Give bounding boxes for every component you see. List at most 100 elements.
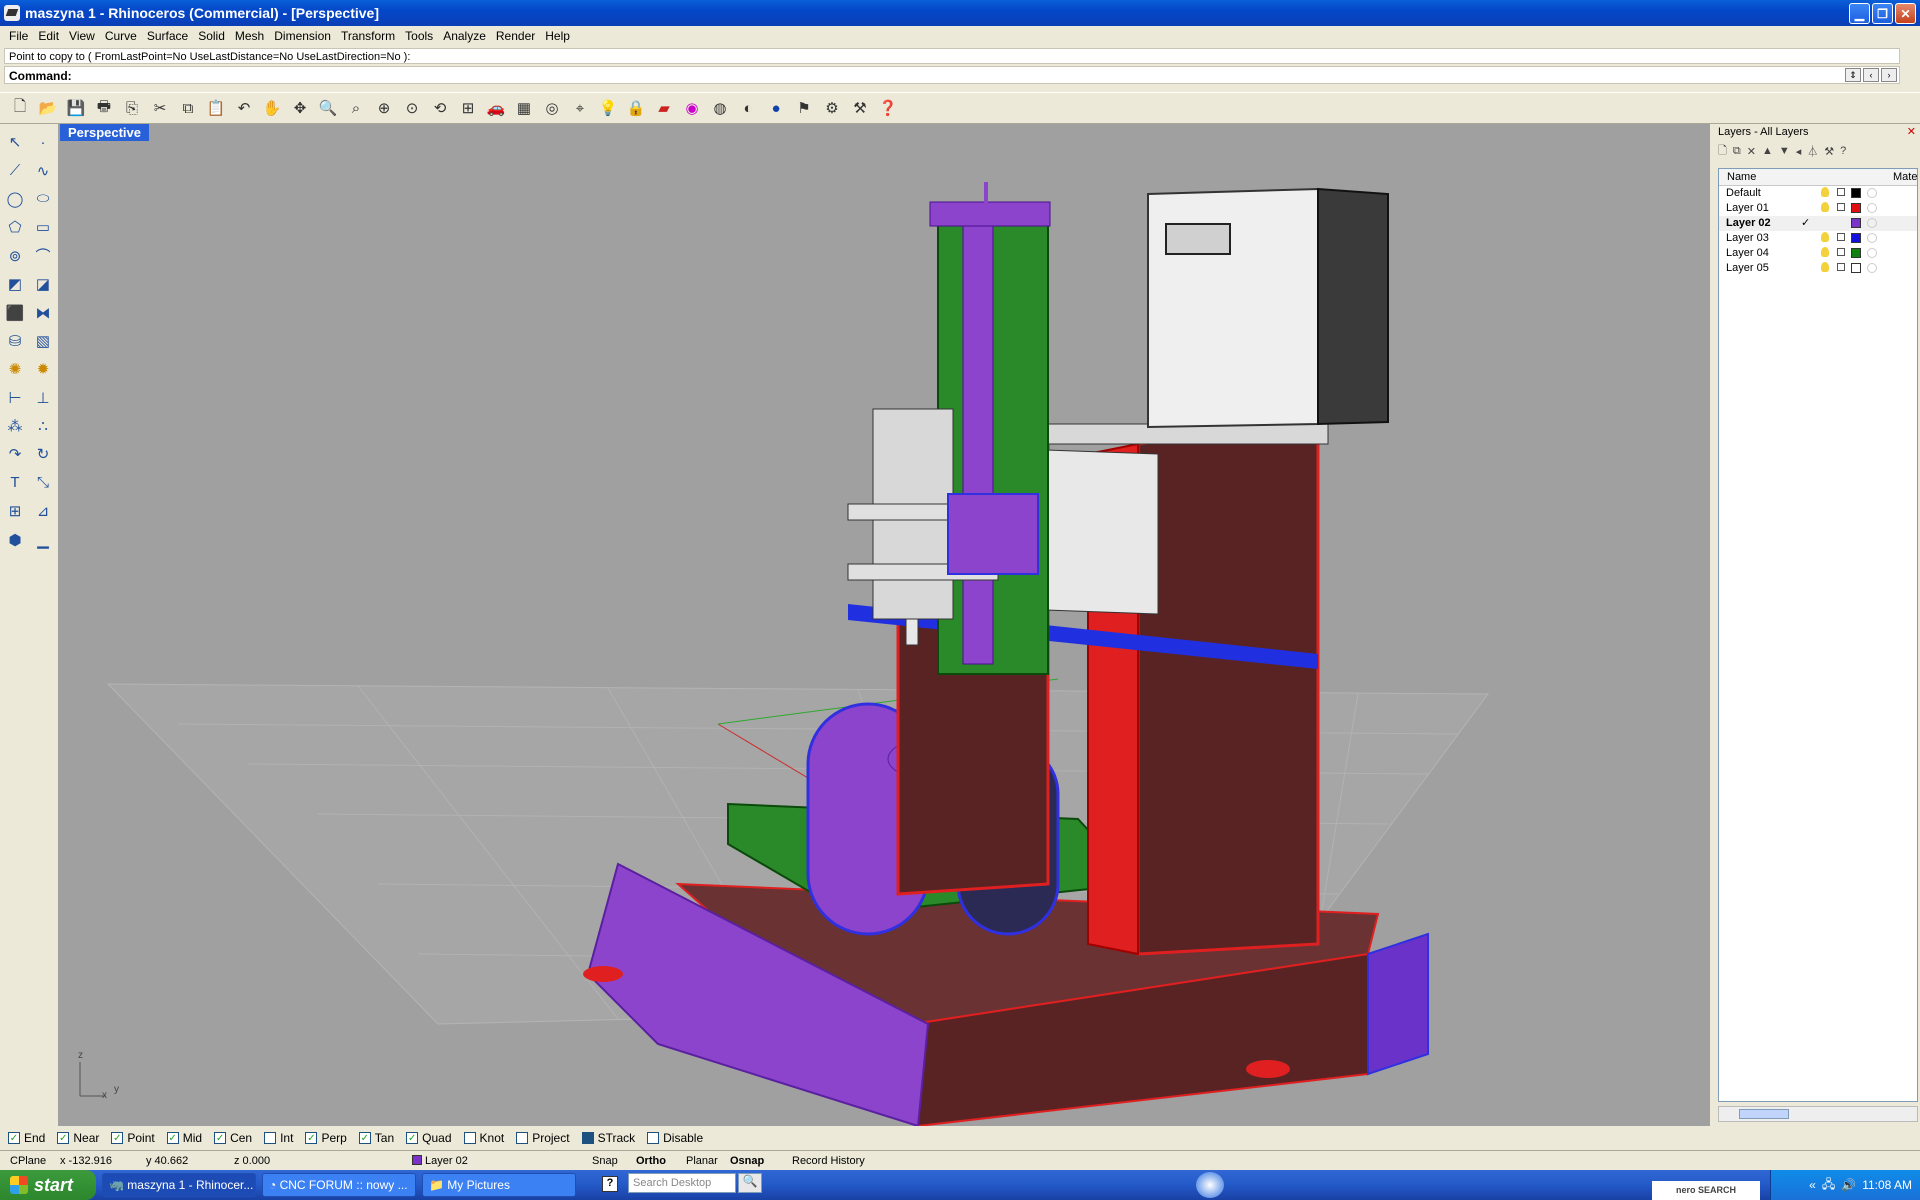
move-icon[interactable]: ↷ bbox=[1, 440, 29, 468]
osnap-perp[interactable]: ✓ Perp bbox=[305, 1131, 347, 1145]
new-layer-icon[interactable]: 🗋 bbox=[1718, 142, 1727, 161]
rotate-view-icon[interactable]: ✥ bbox=[288, 96, 312, 120]
gear-icon[interactable]: ⚙ bbox=[820, 96, 844, 120]
explode-icon[interactable]: ✹ bbox=[29, 355, 57, 383]
layer-on-bulb-icon[interactable] bbox=[1821, 187, 1829, 197]
polyline-icon[interactable]: ⟋ bbox=[1, 156, 29, 184]
layer-on-bulb-icon[interactable] bbox=[1821, 262, 1829, 272]
surface-icon[interactable]: ◩ bbox=[1, 270, 29, 298]
move-out-icon[interactable]: ◂ bbox=[1796, 145, 1802, 158]
tray-arrow-icon[interactable]: « bbox=[1809, 1178, 1816, 1192]
layer-color-swatch[interactable] bbox=[1851, 233, 1861, 243]
group-icon[interactable]: ⁂ bbox=[1, 412, 29, 440]
help-icon[interactable]: ❓ bbox=[876, 96, 900, 120]
cut-icon[interactable]: ✂ bbox=[148, 96, 172, 120]
layer-lock-icon[interactable] bbox=[1837, 203, 1845, 211]
menu-file[interactable]: File bbox=[4, 29, 33, 43]
layer-row-layer-03[interactable]: Layer 03 bbox=[1719, 231, 1917, 246]
menu-surface[interactable]: Surface bbox=[142, 29, 193, 43]
zoom-window-icon[interactable]: ⌕ bbox=[344, 96, 368, 120]
checkbox-checked[interactable]: ✓ bbox=[358, 1132, 371, 1144]
drafting-icon[interactable]: ▁ bbox=[29, 525, 57, 553]
scroll-thumb[interactable] bbox=[1739, 1109, 1789, 1119]
menu-edit[interactable]: Edit bbox=[33, 29, 64, 43]
menu-render[interactable]: Render bbox=[491, 29, 540, 43]
four-viewports-icon[interactable]: ⊞ bbox=[456, 96, 480, 120]
move-down-icon[interactable]: ▼ bbox=[1779, 145, 1790, 157]
menu-help[interactable]: Help bbox=[540, 29, 575, 43]
transform-icon[interactable]: ✺ bbox=[1, 355, 29, 383]
osnap-near[interactable]: ✓ Near bbox=[57, 1131, 99, 1145]
menu-curve[interactable]: Curve bbox=[100, 29, 142, 43]
array-icon[interactable]: ⊞ bbox=[1, 497, 29, 525]
layer-list-scrollbar[interactable] bbox=[1718, 1106, 1918, 1122]
layer-color-swatch[interactable] bbox=[1851, 188, 1861, 198]
text-icon[interactable]: T bbox=[1, 469, 29, 497]
osnap-toggle[interactable]: Osnap bbox=[730, 1155, 764, 1167]
new-icon[interactable]: 🗋 bbox=[8, 96, 32, 120]
light-icon[interactable]: 💡 bbox=[596, 96, 620, 120]
car-icon[interactable]: 🚗 bbox=[484, 96, 508, 120]
layer-on-bulb-icon[interactable] bbox=[1821, 202, 1829, 212]
layer-material-icon[interactable] bbox=[1867, 203, 1877, 213]
layer-on-bulb-icon[interactable] bbox=[1821, 232, 1829, 242]
menu-analyze[interactable]: Analyze bbox=[438, 29, 491, 43]
dimension-icon[interactable]: ⊿ bbox=[29, 497, 57, 525]
layer-row-layer-05[interactable]: Layer 05 bbox=[1719, 261, 1917, 276]
snap-toggle[interactable]: Snap bbox=[592, 1155, 618, 1167]
ellipse-icon[interactable]: ⬭ bbox=[29, 185, 57, 213]
fillet-curve-icon[interactable]: ⌒ bbox=[29, 242, 57, 270]
clock[interactable]: 11:08 AM bbox=[1862, 1178, 1912, 1192]
history-right-icon[interactable]: › bbox=[1881, 68, 1897, 82]
osnap-knot[interactable]: Knot bbox=[463, 1131, 504, 1145]
search-icon[interactable]: 🔍 bbox=[738, 1173, 762, 1193]
desktop-search-input[interactable]: Search Desktop bbox=[628, 1173, 736, 1193]
checkbox-checked[interactable]: ✓ bbox=[305, 1132, 318, 1144]
boolean-icon[interactable]: ⧓ bbox=[29, 298, 57, 326]
paint-icon[interactable]: ▰ bbox=[652, 96, 676, 120]
task-cnc-forum[interactable]: ◔ CNC FORUM :: nowy ... bbox=[262, 1173, 416, 1197]
checkbox-checked[interactable]: ✓ bbox=[111, 1132, 124, 1144]
rendered-icon[interactable]: ● bbox=[764, 96, 788, 120]
planar-toggle[interactable]: Planar bbox=[686, 1155, 718, 1167]
color-wheel-icon[interactable]: ◉ bbox=[680, 96, 704, 120]
current-layer-pane[interactable]: Layer 02 bbox=[412, 1155, 468, 1167]
polygon-icon[interactable]: ⬠ bbox=[1, 213, 29, 241]
import-icon[interactable]: ⎘ bbox=[120, 96, 144, 120]
ungroup-icon[interactable]: ∴ bbox=[29, 412, 57, 440]
osnap-int[interactable]: Int bbox=[264, 1131, 293, 1145]
menu-tools[interactable]: Tools bbox=[400, 29, 438, 43]
network-icon[interactable]: 🖧 bbox=[1822, 1175, 1835, 1196]
move-up-icon[interactable]: ▲ bbox=[1762, 145, 1773, 157]
perspective-viewport[interactable]: Perspective z x y bbox=[58, 124, 1710, 1126]
offset-icon[interactable]: ⊚ bbox=[1, 242, 29, 270]
grid-plane-icon[interactable]: ▦ bbox=[512, 96, 536, 120]
point-icon[interactable]: · bbox=[29, 128, 57, 156]
save-icon[interactable]: 💾 bbox=[64, 96, 88, 120]
checkbox-checked[interactable]: ✓ bbox=[214, 1132, 227, 1144]
layer-material-icon[interactable] bbox=[1867, 188, 1877, 198]
mesh-icon[interactable]: ▧ bbox=[29, 327, 57, 355]
box-icon[interactable]: ⬛ bbox=[1, 298, 29, 326]
network-globe-icon[interactable] bbox=[1196, 1172, 1224, 1198]
texture-icon[interactable]: ⚑ bbox=[792, 96, 816, 120]
restore-button[interactable]: ❐ bbox=[1872, 3, 1893, 24]
cplane-icon[interactable]: ◎ bbox=[540, 96, 564, 120]
volume-icon[interactable]: 🔊 bbox=[1841, 1178, 1856, 1192]
osnap-project[interactable]: Project bbox=[516, 1131, 570, 1145]
pan-icon[interactable]: ✋ bbox=[260, 96, 284, 120]
column-material[interactable]: Mate bbox=[1893, 171, 1917, 183]
checkbox-checked[interactable]: ✓ bbox=[57, 1132, 70, 1144]
delete-layer-icon[interactable]: ✕ bbox=[1747, 145, 1756, 158]
checkbox-checked[interactable]: ✓ bbox=[406, 1132, 419, 1144]
layer-material-icon[interactable] bbox=[1867, 263, 1877, 273]
rotate-icon[interactable]: ↻ bbox=[29, 440, 57, 468]
layer-row-layer-01[interactable]: Layer 01 bbox=[1719, 201, 1917, 216]
task-my-pictures[interactable]: 📁 My Pictures bbox=[422, 1173, 576, 1197]
osnap-icon[interactable]: ⌖ bbox=[568, 96, 592, 120]
lock-icon[interactable]: 🔒 bbox=[624, 96, 648, 120]
history-updown-icon[interactable]: ⇕ bbox=[1845, 68, 1861, 82]
osnap-quad[interactable]: ✓ Quad bbox=[406, 1131, 452, 1145]
layer-material-icon[interactable] bbox=[1867, 233, 1877, 243]
start-button[interactable]: start bbox=[0, 1170, 96, 1200]
